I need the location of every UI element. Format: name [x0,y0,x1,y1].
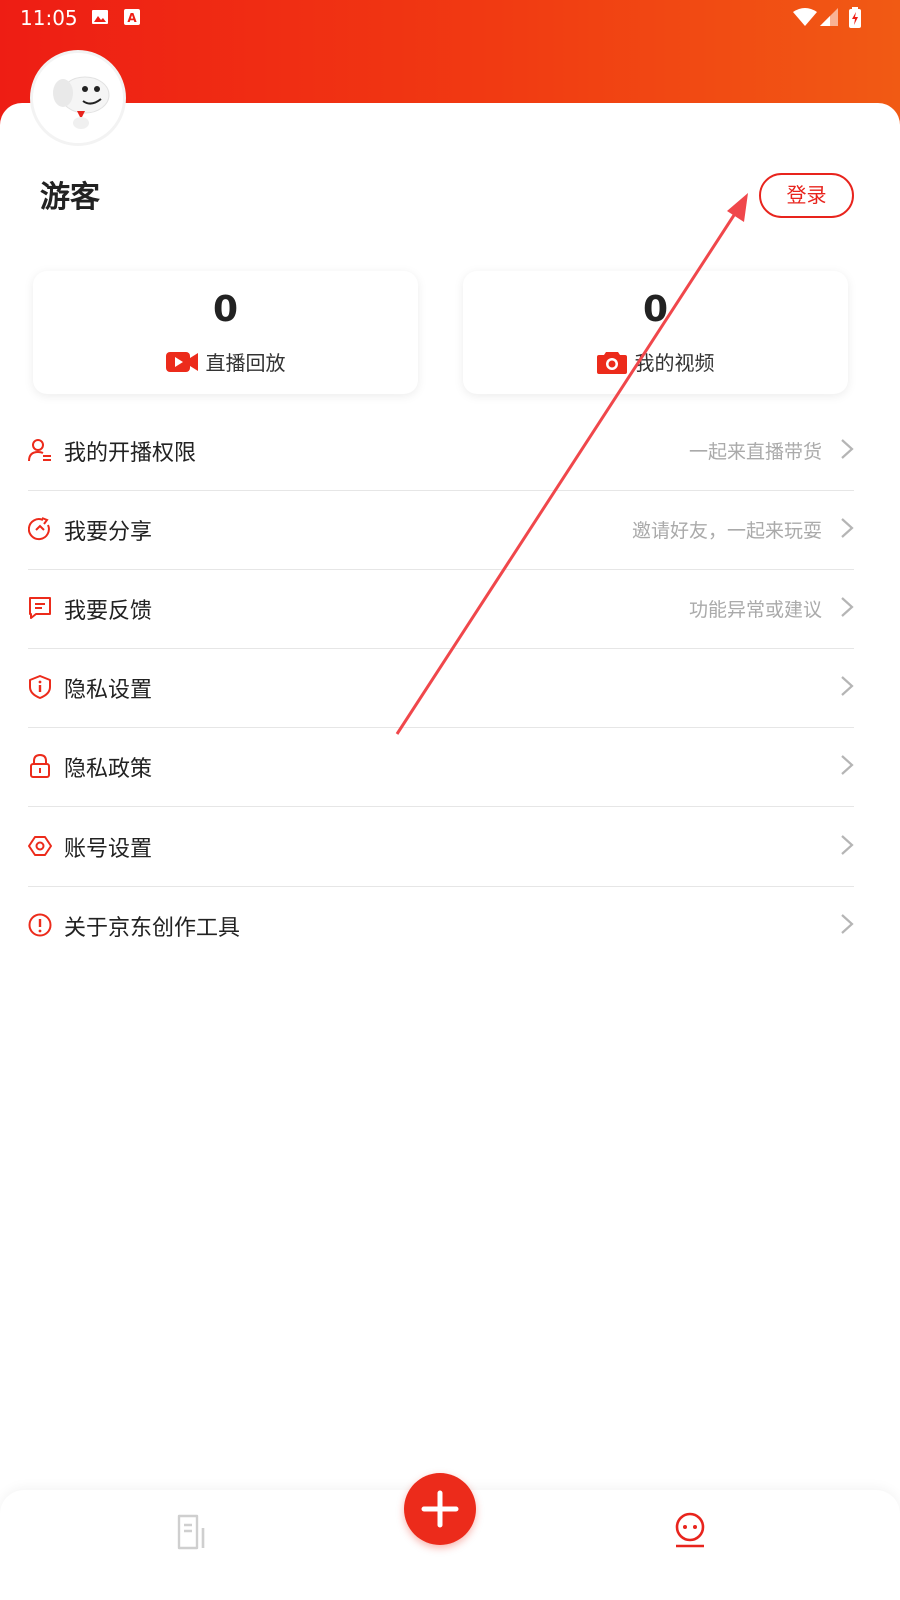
camera-icon [596,351,627,374]
menu-item-privacy-policy[interactable]: 隐私政策 [28,726,854,807]
live-replay-count: 0 [212,289,239,330]
menu-label: 我要分享 [64,520,153,545]
menu-item-privacy-settings[interactable]: 隐私设置 [28,647,854,728]
menu-label: 关于京东创作工具 [64,916,241,941]
chevron-right-icon [841,676,854,696]
video-icon [165,351,198,372]
live-replay-label: 直播回放 [205,351,286,375]
a-icon: A [124,9,140,25]
avatar[interactable] [30,50,126,146]
user-permission-icon [28,439,51,462]
feedback-icon [29,597,51,619]
chevron-right-icon [841,835,854,855]
username: 游客 [40,180,100,215]
login-button[interactable]: 登录 [759,173,854,218]
menu-label: 我要反馈 [64,599,153,624]
plus-icon [421,1490,459,1528]
menu-label: 我的开播权限 [64,441,197,466]
my-videos-count: 0 [642,289,669,330]
wifi-icon [793,8,817,26]
menu-item-share[interactable]: 我要分享 邀请好友，一起来玩耍 [28,489,854,570]
share-icon [28,517,50,541]
menu-subtitle: 邀请好友，一起来玩耍 [631,520,822,542]
menu-label: 账号设置 [64,837,153,862]
info-icon [28,913,52,937]
menu-subtitle: 一起来直播带货 [688,441,822,463]
document-icon[interactable] [177,1514,209,1550]
jd-dog-mascot-avatar [33,53,123,143]
svg-text:A: A [127,11,137,25]
menu-item-feedback[interactable]: 我要反馈 功能异常或建议 [28,568,854,649]
account-settings-icon [28,836,52,856]
my-videos-label: 我的视频 [634,351,715,375]
status-bar: 11:05 A [0,0,900,36]
shield-icon [29,675,51,699]
chevron-right-icon [841,597,854,617]
battery-charging-icon [849,7,861,28]
menu-label: 隐私政策 [64,757,153,782]
chevron-right-icon [841,518,854,538]
chevron-right-icon [841,439,854,459]
signal-icon [820,8,838,26]
menu-item-live-permission[interactable]: 我的开播权限 一起来直播带货 [28,410,854,491]
add-button[interactable] [404,1473,476,1545]
my-videos-card[interactable]: 0 我的视频 [463,271,848,394]
menu-item-account-settings[interactable]: 账号设置 [28,806,854,887]
menu-subtitle: 功能异常或建议 [688,599,822,621]
menu-item-about[interactable]: 关于京东创作工具 [28,885,854,965]
profile-icon[interactable] [674,1512,706,1548]
status-time: 11:05 [20,6,78,30]
chevron-right-icon [841,755,854,775]
image-icon [92,10,108,24]
chevron-right-icon [841,914,854,934]
lock-icon [30,754,50,778]
menu-label: 隐私设置 [64,678,153,703]
live-replay-card[interactable]: 0 直播回放 [33,271,418,394]
